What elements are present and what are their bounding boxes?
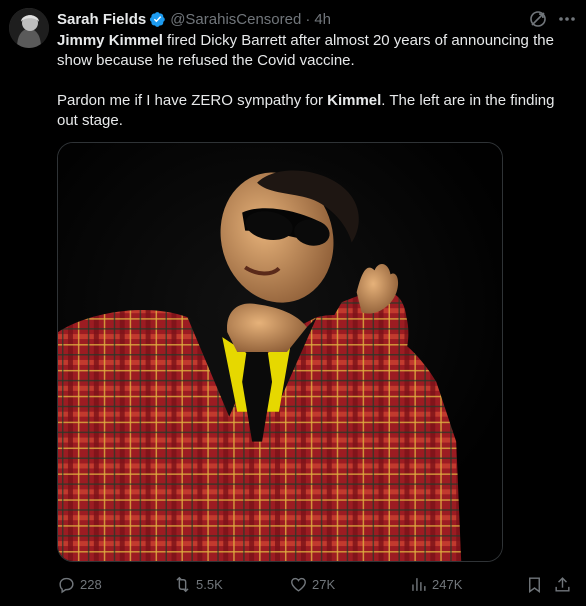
view-count: 247K — [432, 576, 463, 592]
tweet-text: Jimmy Kimmel fired Dicky Barrett after a… — [57, 31, 577, 131]
grok-icon[interactable] — [528, 9, 548, 29]
views-button[interactable]: 247K — [409, 572, 462, 596]
share-button[interactable] — [553, 572, 576, 596]
more-options-icon[interactable] — [556, 9, 578, 29]
reply-button[interactable]: 228 — [57, 572, 102, 596]
user-handle[interactable]: @SarahisCensored — [170, 11, 301, 28]
repost-count: 5.5K — [196, 576, 223, 592]
like-button[interactable]: 27K — [289, 572, 335, 596]
tweet-header: Sarah Fields @SarahisCensored · 4h — [57, 9, 331, 29]
bookmark-button[interactable] — [525, 572, 548, 596]
heart-icon — [289, 575, 308, 594]
bold-text-kimmel-2: Kimmel — [327, 92, 382, 109]
repost-button[interactable]: 5.5K — [173, 572, 223, 596]
like-count: 27K — [312, 576, 336, 592]
avatar[interactable] — [9, 8, 49, 48]
paragraph-2-text-start: Pardon me if I have ZERO sympathy for — [57, 92, 328, 109]
tweet-media-image[interactable] — [57, 142, 503, 562]
tweet-paragraph-2: Pardon me if I have ZERO sympathy for Ki… — [57, 91, 577, 131]
separator-dot: · — [305, 10, 311, 28]
tweet[interactable]: Sarah Fields @SarahisCensored · 4h Jimmy… — [0, 0, 586, 606]
bold-text-kimmel: Jimmy Kimmel — [57, 32, 163, 49]
timestamp[interactable]: 4h — [314, 11, 331, 28]
reply-count: 228 — [80, 576, 102, 592]
repost-arrows-icon — [173, 575, 192, 594]
share-upload-icon — [553, 575, 572, 594]
bookmark-icon — [525, 575, 544, 594]
tweet-actions: 228 5.5K 27K 247K — [57, 572, 577, 596]
bar-chart-icon — [409, 575, 428, 594]
speech-bubble-icon — [57, 575, 76, 594]
verified-badge-icon[interactable] — [149, 11, 166, 28]
display-name[interactable]: Sarah Fields — [57, 11, 146, 28]
tweet-paragraph-1: Jimmy Kimmel fired Dicky Barrett after a… — [57, 31, 577, 71]
